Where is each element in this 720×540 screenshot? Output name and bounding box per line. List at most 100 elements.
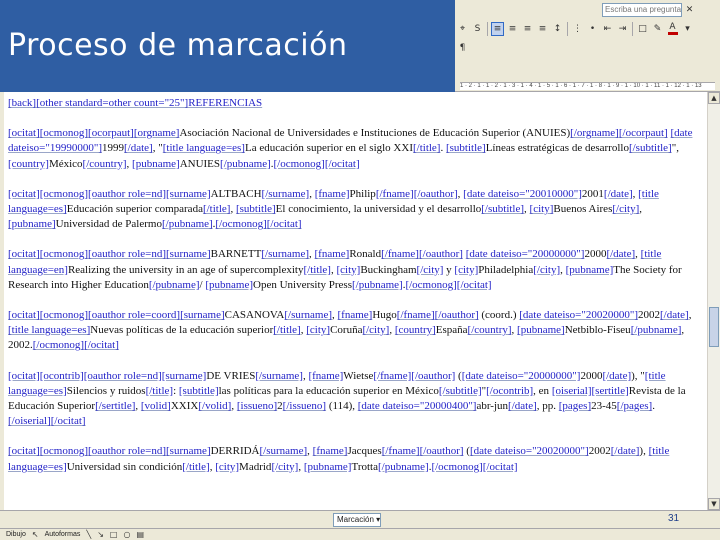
reference-text: , en [533,384,552,397]
reference-text: Ronald [349,248,382,261]
scroll-up-icon[interactable]: ▲ [708,92,720,104]
markup-tag: [/city] [533,263,561,276]
reference-text: XXIX [170,400,199,413]
markup-tag: [/pubname] [630,324,682,337]
reference-paragraph[interactable]: [ocitat][ocmonog][oauthor role=coord][su… [8,308,697,354]
markup-tag: [/title] [273,324,301,337]
select-arrow-icon[interactable]: ↖ [32,530,39,539]
reference-paragraph[interactable]: [ocitat][ocontrib][oauthor role=nd][surn… [8,369,697,430]
markup-tag: [/ocitat] [50,415,86,428]
markup-tag: [ocontrib] [39,369,84,382]
markup-tag: [ocitat] [8,445,40,458]
format-painter-icon[interactable]: ⌖ [456,22,469,36]
markup-tag: [fname] [308,369,344,382]
reference-text: , [688,309,692,322]
highlight-icon[interactable]: ✎ [651,22,664,36]
line-spacing-icon[interactable]: ↕ [551,22,564,36]
increase-indent-icon[interactable]: ⇥ [616,22,629,36]
reference-paragraph[interactable]: [ocitat][ocmonog][ocorpaut][orgname]Asoc… [8,126,697,172]
reference-text: Realizing the university in an age of su… [67,263,304,276]
markup-tag: [/pubname] [352,278,403,291]
decrease-indent-icon[interactable]: ⇤ [601,22,614,36]
markup-tag: [ocitat] [8,248,40,261]
markup-tag: [title language=es] [8,324,91,337]
reference-text: Buckingham [360,263,417,276]
oval-icon[interactable]: ○ [123,530,130,539]
markup-tag: [issueno] [236,400,278,413]
reference-text: Asociación Nacional de Universidades e I… [179,127,571,140]
justify-icon[interactable]: ≡ [536,22,549,36]
markup-tag: [surname] [161,369,207,382]
reference-text: abr-jun [476,400,509,413]
markup-tag: [/title] [145,384,174,397]
markup-tag: [fname] [337,309,373,322]
markup-tag: [city] [454,263,479,276]
scrollbar-thumb[interactable] [709,307,719,347]
slide-title: Proceso de marcación [8,28,348,63]
reference-text: ALTBACH [210,187,262,200]
reference-text: 2001 [581,187,604,200]
reference-text: (coord.) [478,309,520,322]
markup-tag: [surname] [180,309,225,322]
markup-tag: [pubname] [565,263,614,276]
align-right-icon[interactable]: ≡ [521,22,534,36]
reference-text: , pp. [536,400,559,413]
align-center-icon[interactable]: ≡ [506,22,519,36]
markup-tag: [pubname] [8,218,56,231]
scroll-down-icon[interactable]: ▼ [708,498,720,510]
markup-tag: [/oauthor] [418,248,463,261]
reference-text: 23-45 [591,400,617,413]
reference-paragraph[interactable]: [ocitat][ocmonog][oauthor role=nd][surna… [8,444,697,474]
markup-tag: [subtitle] [445,142,486,155]
reference-text: Nuevas políticas de la educación superio… [90,324,274,337]
markup-tag: [ocmonog] [39,187,89,200]
reference-text: España [435,324,468,337]
markup-tag: [/city] [612,203,640,216]
markup-tag: [date dateiso="20000400"] [357,400,477,413]
markup-tag: [/oauthor] [411,369,456,382]
numbered-list-icon[interactable]: ⋮ [571,22,584,36]
strikethrough-icon[interactable]: S [471,22,484,36]
bullet-list-icon[interactable]: • [586,22,599,36]
slide-title-banner: Proceso de marcación [0,0,455,92]
markup-tag: [date dateiso="20020000"] [469,445,589,458]
markup-tag: [pubname] [205,278,253,291]
close-icon[interactable]: ✕ [683,3,696,17]
line-icon[interactable]: ╲ [86,530,91,539]
document-area[interactable]: [back][other standard=other count="25"]R… [0,92,707,510]
markup-dropdown[interactable]: Marcación ▾ [333,513,381,527]
toolbar-separator [487,22,488,36]
reference-text: DERRIDÁ [210,445,260,458]
arrow-icon[interactable]: ↘ [97,530,104,539]
reference-paragraph[interactable]: [ocitat][ocmonog][oauthor role=nd][surna… [8,247,697,293]
reference-text: Jacques [347,445,382,458]
markup-tag: [/surname] [261,187,310,200]
markup-tag: [ocorpaut] [88,127,134,140]
markup-tag: [/city] [362,324,390,337]
border-icon[interactable]: □ [636,22,649,36]
markup-tag: [ocmonog] [39,445,89,458]
reference-paragraph[interactable]: [ocitat][ocmonog][oauthor role=nd][surna… [8,187,697,233]
reference-text: Philip [349,187,376,200]
textbox-icon[interactable]: ▤ [136,530,144,539]
header-line: [back][other standard=other count="25"]R… [8,97,263,109]
markup-tag: [volid] [140,400,171,413]
markup-tag: [city] [336,263,361,276]
ask-question-box[interactable]: Escriba una pregunta [602,3,682,17]
reference-text: ANUIES [179,157,221,170]
rectangle-icon[interactable]: □ [110,530,118,539]
reference-text: ), [639,445,649,458]
style-icon[interactable]: ¶ [456,41,469,55]
align-left-icon[interactable]: ≡ [491,22,504,36]
autoshapes-menu[interactable]: Autoformas [45,531,81,538]
markup-tag: [ocmonog] [39,309,89,322]
reference-text: (114), [326,400,358,413]
markup-tag: [/ocontrib] [486,384,534,397]
reference-text: CASANOVA [224,309,285,322]
chevron-down-icon[interactable]: ▾ [681,22,694,36]
markup-tag: [surname] [166,445,211,458]
font-color-icon[interactable]: A [666,22,679,36]
vertical-scrollbar[interactable]: ▲ ▼ [707,92,720,510]
markup-tag: [/oauthor] [434,309,479,322]
draw-menu[interactable]: Dibujo [6,531,26,538]
